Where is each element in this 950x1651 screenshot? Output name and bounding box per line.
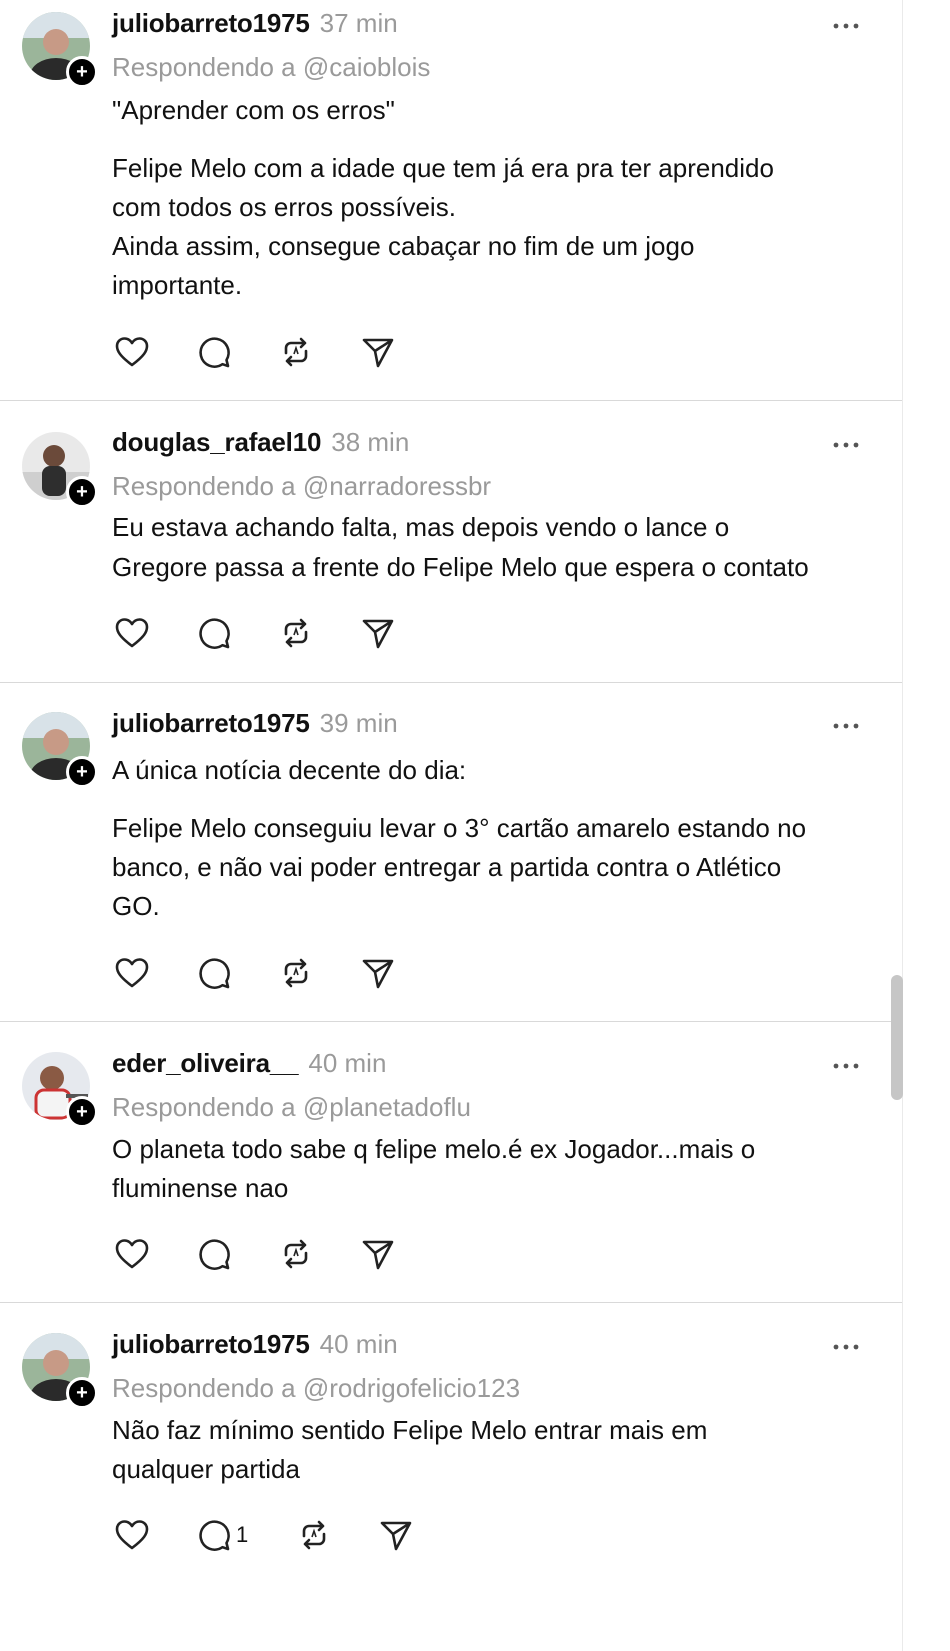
post-text-line: Não faz mínimo sentido Felipe Melo entra… — [112, 1415, 708, 1445]
post-divider — [0, 1302, 902, 1303]
comment-icon[interactable] — [194, 1515, 234, 1555]
post-header: eder_oliveira__ 40 min — [112, 1048, 386, 1082]
username[interactable]: juliobarreto1975 — [112, 8, 310, 39]
heart-icon[interactable] — [112, 1515, 152, 1555]
follow-plus-icon[interactable]: + — [66, 1377, 98, 1409]
post-text-line: Ainda assim, consegue cabaçar no fim de … — [112, 231, 695, 261]
post-header: juliobarreto1975 37 min — [112, 8, 398, 42]
timestamp[interactable]: 39 min — [320, 708, 398, 739]
scrollbar-track[interactable] — [902, 0, 950, 1651]
post-text-line: O planeta todo sabe q felipe melo.é ex J… — [112, 1134, 756, 1164]
avatar[interactable]: + — [22, 1333, 98, 1409]
timestamp[interactable]: 40 min — [308, 1048, 386, 1079]
heart-icon[interactable] — [112, 613, 152, 653]
scrollbar-thumb[interactable] — [891, 975, 903, 1100]
more-icon[interactable] — [829, 1054, 863, 1078]
post-text-line: Eu estava achando falta, mas depois vend… — [112, 512, 730, 542]
avatar[interactable]: + — [22, 432, 98, 508]
more-icon[interactable] — [829, 714, 863, 738]
more-icon[interactable] — [829, 433, 863, 457]
post-text-line: Gregore passa a frente do Felipe Melo qu… — [112, 552, 809, 582]
share-icon[interactable] — [358, 1234, 398, 1274]
reply-handle[interactable]: @caioblois — [303, 52, 431, 82]
post-text-line: GO. — [112, 891, 160, 921]
share-icon[interactable] — [358, 332, 398, 372]
avatar[interactable]: + — [22, 1052, 98, 1128]
timestamp[interactable]: 38 min — [331, 427, 409, 458]
share-icon[interactable] — [358, 953, 398, 993]
share-icon[interactable] — [358, 613, 398, 653]
post-text-line: "Aprender com os erros" — [112, 95, 395, 125]
follow-plus-icon[interactable]: + — [66, 56, 98, 88]
post-divider — [0, 1021, 902, 1022]
reply-context: Respondendo a @planetadoflu — [112, 1092, 471, 1123]
repost-icon[interactable] — [276, 953, 316, 993]
avatar[interactable]: + — [22, 12, 98, 88]
reply-context: Respondendo a @caioblois — [112, 52, 430, 83]
more-icon[interactable] — [829, 1335, 863, 1359]
username[interactable]: douglas_rafael10 — [112, 427, 321, 458]
post-header: juliobarreto1975 39 min — [112, 708, 398, 742]
post-text-line: Felipe Melo conseguiu levar o 3° cartão … — [112, 813, 807, 843]
comment-icon[interactable] — [194, 953, 234, 993]
avatar[interactable]: + — [22, 712, 98, 788]
reply-handle[interactable]: @planetadoflu — [303, 1092, 471, 1122]
post-text-line: A única notícia decente do dia: — [112, 755, 467, 785]
post-text-line: importante. — [112, 270, 243, 300]
reply-handle[interactable]: @narradoressbr — [303, 471, 491, 501]
repost-icon[interactable] — [276, 332, 316, 372]
reply-prefix: Respondendo a — [112, 1092, 296, 1122]
follow-plus-icon[interactable]: + — [66, 756, 98, 788]
timestamp[interactable]: 40 min — [320, 1329, 398, 1360]
heart-icon[interactable] — [112, 332, 152, 372]
reply-prefix: Respondendo a — [112, 471, 296, 501]
share-icon[interactable] — [376, 1515, 416, 1555]
more-icon[interactable] — [829, 14, 863, 38]
post-text-line: com todos os erros possíveis. — [112, 192, 456, 222]
reply-context: Respondendo a @narradoressbr — [112, 471, 491, 502]
reply-count[interactable]: 1 — [236, 1522, 248, 1548]
username[interactable]: juliobarreto1975 — [112, 1329, 310, 1360]
comment-icon[interactable] — [194, 1234, 234, 1274]
reply-context: Respondendo a @rodrigofelicio123 — [112, 1373, 520, 1404]
post-divider — [0, 400, 902, 401]
follow-plus-icon[interactable]: + — [66, 1096, 98, 1128]
post-text-line: qualquer partida — [112, 1454, 300, 1484]
post-text-line: Felipe Melo com a idade que tem já era p… — [112, 153, 774, 183]
post-header: douglas_rafael10 38 min — [112, 427, 409, 461]
timestamp[interactable]: 37 min — [320, 8, 398, 39]
post-text-line: fluminense nao — [112, 1173, 289, 1203]
post-text-line: banco, e não vai poder entregar a partid… — [112, 852, 782, 882]
repost-icon[interactable] — [276, 1234, 316, 1274]
username[interactable]: juliobarreto1975 — [112, 708, 310, 739]
thread-feed: + juliobarreto1975 37 min Respondendo a … — [0, 0, 950, 1651]
reply-prefix: Respondendo a — [112, 1373, 296, 1403]
comment-icon[interactable] — [194, 332, 234, 372]
repost-icon[interactable] — [276, 613, 316, 653]
post-divider — [0, 682, 902, 683]
reply-prefix: Respondendo a — [112, 52, 296, 82]
reply-handle[interactable]: @rodrigofelicio123 — [303, 1373, 520, 1403]
heart-icon[interactable] — [112, 1234, 152, 1274]
comment-icon[interactable] — [194, 613, 234, 653]
repost-icon[interactable] — [294, 1515, 334, 1555]
follow-plus-icon[interactable]: + — [66, 476, 98, 508]
heart-icon[interactable] — [112, 953, 152, 993]
frame-edge — [902, 0, 903, 1651]
username[interactable]: eder_oliveira__ — [112, 1048, 299, 1079]
post-header: juliobarreto1975 40 min — [112, 1329, 398, 1363]
